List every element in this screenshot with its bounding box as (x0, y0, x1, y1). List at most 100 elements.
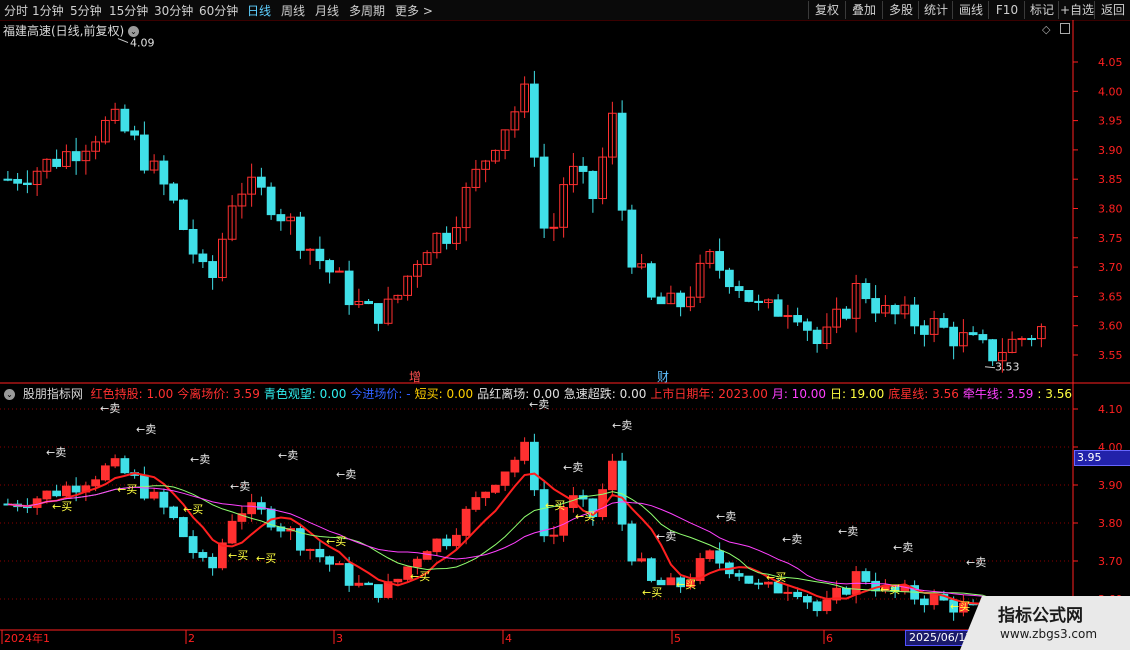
sell-signal: ←卖 (190, 453, 210, 466)
candle-body (949, 326, 958, 347)
candle-body (842, 587, 851, 595)
candle-body (920, 325, 929, 335)
indicator-value: : 3.56 (1037, 387, 1072, 401)
candle-body (325, 260, 334, 273)
candle-body (247, 502, 256, 515)
stock-chart-app: 分时 1分钟 5分钟 15分钟 30分钟 60分钟 日线 周线 月线 多周期 更多 > 复权 叠加 多股统… (0, 0, 1130, 650)
buy-signal: ←买 (326, 535, 346, 548)
candle-body (754, 582, 763, 585)
indicator-candles (3, 433, 1046, 630)
y-tick-label: 3.65 (1098, 290, 1123, 303)
candle-body (822, 599, 832, 612)
event-marker-zeng: 增 (409, 370, 421, 384)
candle-body (656, 296, 666, 305)
candle-body (442, 538, 451, 547)
candle-body (13, 178, 22, 184)
candle-body (120, 108, 130, 132)
candle-body (422, 551, 432, 560)
candle-body (744, 575, 754, 584)
candle-body (481, 491, 490, 499)
x-tick-label: 3 (336, 632, 343, 645)
indicator-value: 短买: 0.00 (414, 387, 474, 401)
buy-signal: ←买 (676, 578, 696, 591)
candle-body (413, 558, 422, 568)
candle-body (491, 484, 500, 493)
indicator-value: 牵牛线: 3.59 (962, 387, 1034, 401)
y-tick-label: 3.75 (1098, 232, 1123, 245)
candle-body (227, 520, 237, 544)
candle-body (452, 534, 461, 547)
candle-body (159, 160, 169, 185)
candle-body (364, 300, 373, 305)
candle-body (266, 186, 276, 216)
candle-body (715, 550, 724, 564)
sell-signal: ←卖 (136, 423, 156, 436)
x-tick-label: 4 (505, 632, 512, 645)
candle-body (871, 298, 880, 314)
candle-body (617, 112, 627, 211)
indicator-menu-icon[interactable]: ⌄ (4, 389, 15, 400)
y-tick-label: 3.85 (1098, 173, 1123, 186)
candle-body (91, 479, 100, 487)
candle-body (725, 269, 734, 288)
y-tick-label: 4.10 (1098, 403, 1123, 416)
candle-body (52, 490, 61, 497)
low-pointer (984, 366, 996, 369)
sell-signal: ←卖 (100, 402, 120, 415)
watermark-url: www.zbgs3.com (1000, 627, 1098, 641)
candle-body (257, 176, 266, 188)
candle-body (374, 303, 383, 324)
candlestick-chart[interactable]: 4.05 4.00 3.95 3.90 3.85 3.80 3.75 3.70 3.65 3.60… (0, 0, 1130, 650)
candle-body (42, 490, 52, 500)
y-tick-label: 3.90 (1098, 479, 1123, 492)
candle-body (910, 304, 919, 327)
buy-signal: ←买 (575, 510, 595, 523)
x-tick-label: 2 (188, 632, 195, 645)
candle-body (364, 582, 373, 586)
candle-body (442, 232, 451, 244)
low-price-label: 3.53 (995, 361, 1020, 374)
candle-body (140, 134, 149, 171)
candle-body (647, 558, 656, 581)
candle-body (276, 214, 286, 222)
candle-body (305, 548, 315, 551)
candle-body (471, 497, 481, 510)
candle-body (208, 261, 217, 278)
candle-body (842, 308, 851, 319)
candle-body (335, 270, 344, 273)
buy-signal: ←买 (183, 503, 203, 516)
candle-body (305, 248, 315, 251)
y-tick-label: 3.70 (1098, 261, 1123, 274)
indicator-value: 月: 10.00 (771, 387, 827, 401)
candle-body (539, 489, 549, 537)
candle-body (208, 556, 217, 569)
candle-body (198, 253, 208, 263)
candle-body (188, 536, 198, 554)
sell-signal: ←卖 (612, 419, 632, 432)
indicator-value: 日: 19.00 (830, 387, 885, 401)
sell-signal: ←卖 (46, 446, 66, 459)
candle-body (705, 550, 715, 560)
candle-body (23, 182, 32, 186)
event-marker-cai: 财 (657, 370, 669, 384)
candle-body (656, 579, 666, 586)
buy-signal: ←买 (228, 549, 248, 562)
candle-body (608, 460, 617, 491)
candle-body (159, 491, 169, 508)
indicator-value: 红色持股: 1.00 (90, 387, 174, 401)
y-tick-label: 4.00 (1098, 85, 1123, 98)
candle-body (179, 199, 188, 230)
candle-body (627, 209, 637, 268)
high-price-label: 4.09 (130, 37, 155, 50)
candle-body (500, 471, 510, 486)
x-tick-label: 2024年1 (4, 631, 50, 645)
y-tick-label: 3.80 (1098, 517, 1123, 530)
candle-body (812, 329, 822, 345)
candle-body (344, 270, 354, 306)
y-tick-label: 3.70 (1098, 555, 1123, 568)
candle-body (393, 578, 403, 583)
current-price-tag: 3.95 (1074, 450, 1130, 466)
candle-body (344, 563, 354, 586)
sell-signal: ←卖 (336, 468, 356, 481)
candle-body (549, 534, 559, 537)
